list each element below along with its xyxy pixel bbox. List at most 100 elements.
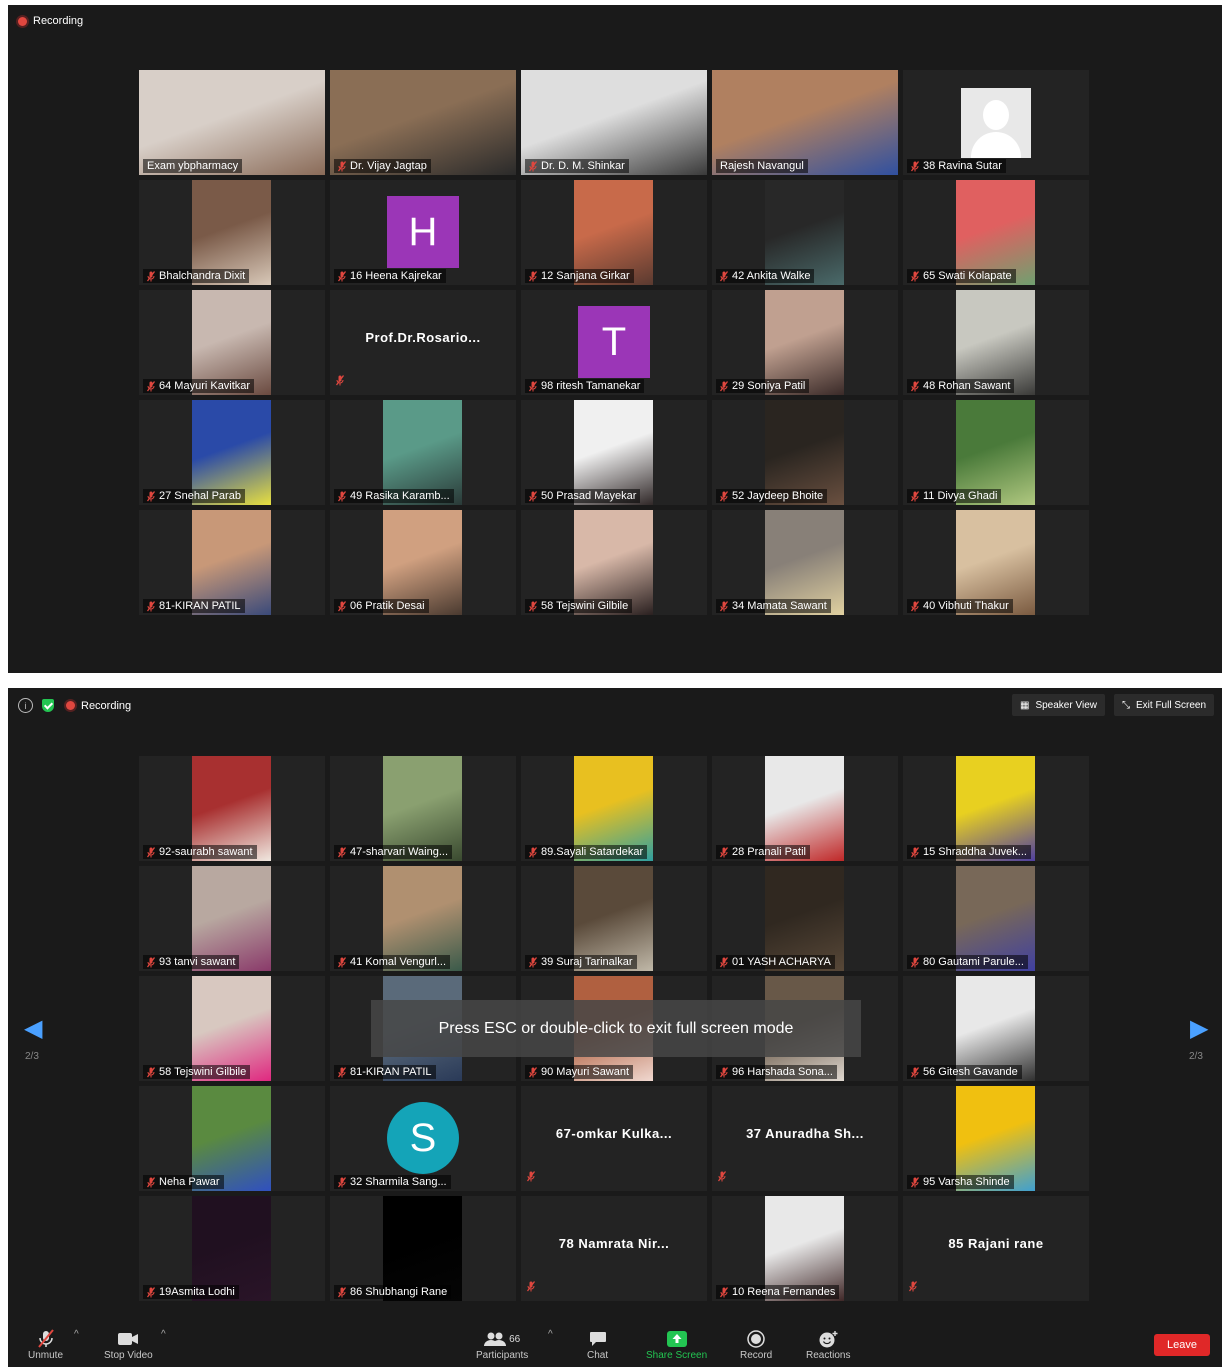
muted-mic-icon xyxy=(911,380,923,392)
muted-mic-icon xyxy=(529,160,541,172)
reactions-button[interactable]: Reactions xyxy=(806,1328,850,1361)
participant-tile[interactable]: 28 Pranali Patil xyxy=(712,756,898,861)
exit-full-screen-button[interactable]: ⤡ Exit Full Screen xyxy=(1114,694,1215,716)
participant-tile[interactable]: 81-KIRAN PATIL xyxy=(139,510,325,615)
muted-mic-icon xyxy=(338,600,350,612)
muted-mic-icon xyxy=(909,1279,921,1297)
participant-tile[interactable]: 10 Reena Fernandes xyxy=(712,1196,898,1301)
participant-tile[interactable]: Dr. Vijay Jagtap xyxy=(330,70,516,175)
participant-tile[interactable]: 95 Varsha Shinde xyxy=(903,1086,1089,1191)
speaker-view-button[interactable]: ▦ Speaker View xyxy=(1012,694,1105,716)
leave-button[interactable]: Leave xyxy=(1154,1334,1210,1356)
participant-tile[interactable]: 92-saurabh sawant xyxy=(139,756,325,861)
participant-tile[interactable]: T 98 ritesh Tamanekar xyxy=(521,290,707,395)
unmute-button[interactable]: Unmute xyxy=(28,1328,63,1361)
participant-tile[interactable]: H 16 Heena Kajrekar xyxy=(330,180,516,285)
participant-tile[interactable]: 41 Komal Vengurl... xyxy=(330,866,516,971)
participant-tile[interactable]: 38 Ravina Sutar xyxy=(903,70,1089,175)
participant-tile[interactable]: 49 Rasika Karamb... xyxy=(330,400,516,505)
exit-full-screen-label: Exit Full Screen xyxy=(1136,699,1207,711)
participant-tile[interactable]: 56 Gitesh Gavande xyxy=(903,976,1089,1081)
participant-tile[interactable]: 12 Sanjana Girkar xyxy=(521,180,707,285)
participant-tile[interactable]: 67-omkar Kulka... xyxy=(521,1086,707,1191)
participant-tile[interactable]: 64 Mayuri Kavitkar xyxy=(139,290,325,395)
participant-tile[interactable]: 50 Prasad Mayekar xyxy=(521,400,707,505)
next-page-arrow-icon[interactable]: ▶ xyxy=(1190,1014,1208,1043)
participant-tile[interactable]: 19Asmita Lodhi xyxy=(139,1196,325,1301)
muted-mic-icon xyxy=(911,1066,923,1078)
participant-tile[interactable]: 89.Sayali Satardekar xyxy=(521,756,707,861)
participant-tile[interactable]: 29 Soniya Patil xyxy=(712,290,898,395)
security-shield-icon[interactable] xyxy=(42,699,54,712)
participant-name-label: 50 Prasad Mayekar xyxy=(525,489,641,503)
muted-mic-icon xyxy=(720,600,732,612)
participant-tile[interactable]: 80 Gautami Parule... xyxy=(903,866,1089,971)
participant-name-label: 39 Suraj Tarinalkar xyxy=(525,955,637,969)
participant-name: 95 Varsha Shinde xyxy=(923,1176,1010,1188)
participant-name-label: 93 tanvi sawant xyxy=(143,955,240,969)
muted-mic-icon xyxy=(529,380,541,392)
participant-tile[interactable]: 58 Tejswini Gilbile xyxy=(139,976,325,1081)
share-screen-button[interactable]: Share Screen xyxy=(646,1328,707,1361)
previous-page-arrow-icon[interactable]: ◀ xyxy=(24,1014,42,1043)
participant-tile[interactable]: 58 Tejswini Gilbile xyxy=(521,510,707,615)
participant-name-label: 98 ritesh Tamanekar xyxy=(525,379,645,393)
participant-tile[interactable]: 37 Anuradha Sh... xyxy=(712,1086,898,1191)
participants-options-caret-icon[interactable]: ^ xyxy=(548,1329,553,1340)
participant-name-label: 42 Ankita Walke xyxy=(716,269,815,283)
participant-tile[interactable]: 86 Shubhangi Rane xyxy=(330,1196,516,1301)
muted-mic-icon xyxy=(147,1066,159,1078)
participant-name: 42 Ankita Walke xyxy=(732,270,811,282)
participant-name: 12 Sanjana Girkar xyxy=(541,270,630,282)
full-screen-toast: Press ESC or double-click to exit full s… xyxy=(371,1000,861,1057)
participant-avatar: T xyxy=(578,306,650,378)
muted-mic-icon xyxy=(720,846,732,858)
info-icon[interactable]: i xyxy=(18,698,33,713)
participant-tile[interactable]: Bhalchandra Dixit xyxy=(139,180,325,285)
audio-options-caret-icon[interactable]: ^ xyxy=(74,1329,79,1340)
video-options-caret-icon[interactable]: ^ xyxy=(161,1329,166,1340)
participant-name: 32 Sharmila Sang... xyxy=(350,1176,447,1188)
participant-name: 96 Harshada Sona... xyxy=(732,1066,833,1078)
participant-tile[interactable]: 65 Swati Kolapate xyxy=(903,180,1089,285)
participant-tile[interactable]: 06 Pratik Desai xyxy=(330,510,516,615)
participant-name-label: 27 Snehal Parab xyxy=(143,489,245,503)
participant-name: 89.Sayali Satardekar xyxy=(541,846,644,858)
muted-mic-icon xyxy=(147,600,159,612)
participant-name: 58 Tejswini Gilbile xyxy=(541,600,629,612)
participant-tile[interactable]: 47-sharvari Waing... xyxy=(330,756,516,861)
participant-tile[interactable]: 78 Namrata Nir... xyxy=(521,1196,707,1301)
participant-tile[interactable]: Neha Pawar xyxy=(139,1086,325,1191)
participant-name-label: 52 Jaydeep Bhoite xyxy=(716,489,828,503)
participant-name: 64 Mayuri Kavitkar xyxy=(159,380,251,392)
participant-tile[interactable]: 52 Jaydeep Bhoite xyxy=(712,400,898,505)
participant-tile[interactable]: 34 Mamata Sawant xyxy=(712,510,898,615)
participant-name: Exam ybpharmacy xyxy=(147,160,239,172)
participant-name-label: 16 Heena Kajrekar xyxy=(334,269,446,283)
participant-tile[interactable]: 93 tanvi sawant xyxy=(139,866,325,971)
participant-tile[interactable]: Exam ybpharmacy xyxy=(139,70,325,175)
participant-tile[interactable]: 48 Rohan Sawant xyxy=(903,290,1089,395)
muted-mic-icon xyxy=(911,1176,923,1188)
participant-tile[interactable]: 39 Suraj Tarinalkar xyxy=(521,866,707,971)
participant-tile[interactable]: 15 Shraddha Juvek... xyxy=(903,756,1089,861)
participant-display-name: 78 Namrata Nir... xyxy=(558,1236,670,1251)
chat-button[interactable]: Chat xyxy=(587,1328,608,1361)
participant-tile[interactable]: S 32 Sharmila Sang... xyxy=(330,1086,516,1191)
participants-button[interactable]: 66 Participants xyxy=(476,1328,528,1361)
record-button[interactable]: Record xyxy=(740,1328,772,1361)
participant-tile[interactable]: 42 Ankita Walke xyxy=(712,180,898,285)
participant-tile[interactable]: Prof.Dr.Rosario... xyxy=(330,290,516,395)
participant-tile[interactable]: 11 Divya Ghadi xyxy=(903,400,1089,505)
stop-video-button[interactable]: Stop Video xyxy=(104,1328,153,1361)
participant-tile[interactable]: 01 YASH ACHARYA xyxy=(712,866,898,971)
participant-tile[interactable]: Rajesh Navangul xyxy=(712,70,898,175)
participant-tile[interactable]: 27 Snehal Parab xyxy=(139,400,325,505)
participant-tile[interactable]: 85 Rajani rane xyxy=(903,1196,1089,1301)
participant-tile[interactable]: Dr. D. M. Shinkar xyxy=(521,70,707,175)
muted-mic-icon xyxy=(338,1176,350,1188)
participant-name: 27 Snehal Parab xyxy=(159,490,241,502)
participant-name: 39 Suraj Tarinalkar xyxy=(541,956,633,968)
muted-mic-icon xyxy=(147,956,159,968)
participant-tile[interactable]: 40 Vibhuti Thakur xyxy=(903,510,1089,615)
